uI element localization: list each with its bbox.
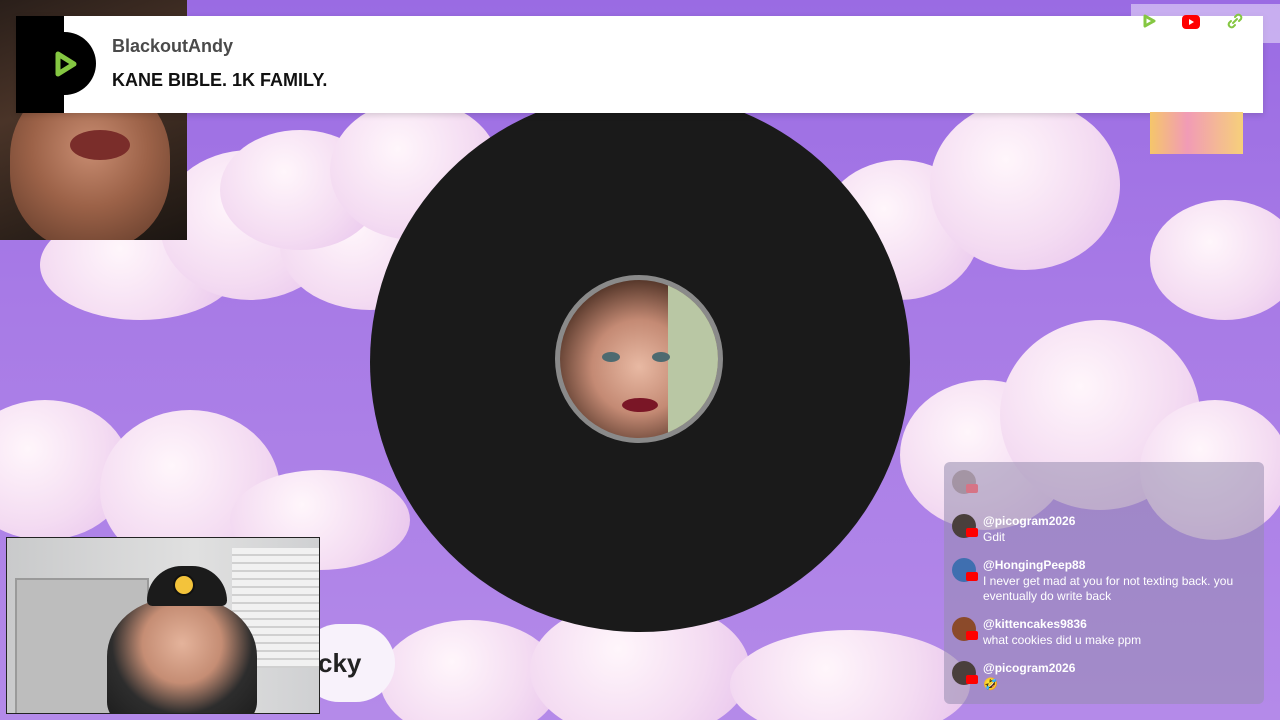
notification-banner: BlackoutAndy KANE BIBLE. 1K FAMILY.: [16, 16, 1263, 113]
now-playing-avatar: [560, 280, 718, 438]
chat-username: @kittencakes9836: [983, 617, 1087, 631]
chat-username: @HongingPeep88: [983, 558, 1086, 572]
youtube-badge-icon: [966, 572, 978, 581]
webcam-bottom-left: [6, 537, 320, 714]
chat-text: Gdit: [983, 530, 1006, 544]
rumble-count: 5: [1161, 13, 1171, 33]
youtube-badge-icon: [966, 484, 978, 493]
chat-text: 🤣: [983, 677, 998, 691]
youtube-badge-icon: [966, 675, 978, 684]
platform-counters: 5 3 0: [1131, 4, 1280, 43]
link-counter: 0: [1226, 12, 1257, 35]
notification-username: BlackoutAndy: [112, 36, 234, 56]
youtube-count: 3: [1204, 13, 1214, 33]
rumble-icon: [1141, 13, 1157, 34]
chat-text: I never get mad at you for not texting b…: [983, 574, 1234, 603]
notification-message: KANE BIBLE. 1K FAMILY.: [112, 70, 328, 90]
chat-username: @picogram2026: [983, 514, 1076, 528]
decorative-sticker: [1150, 112, 1243, 154]
youtube-counter: 3: [1182, 13, 1214, 34]
label-pill-text: cky: [318, 648, 362, 678]
rumble-counter: 5: [1141, 13, 1170, 34]
youtube-icon: [1182, 14, 1201, 34]
stream-overlay: BlackoutAndy KANE BIBLE. 1K FAMILY. 5 3 …: [0, 0, 1280, 720]
rumble-logo-icon: [33, 32, 96, 95]
chat-username: @picogram2026: [983, 661, 1076, 675]
youtube-badge-icon: [966, 528, 978, 537]
chat-text: what cookies did u make ppm: [983, 633, 1142, 647]
link-count: 0: [1247, 13, 1258, 33]
link-icon: [1226, 12, 1244, 35]
chat-panel: @picogram2026 Gdit @HongingPeep88 I neve…: [944, 462, 1264, 704]
youtube-badge-icon: [966, 631, 978, 640]
